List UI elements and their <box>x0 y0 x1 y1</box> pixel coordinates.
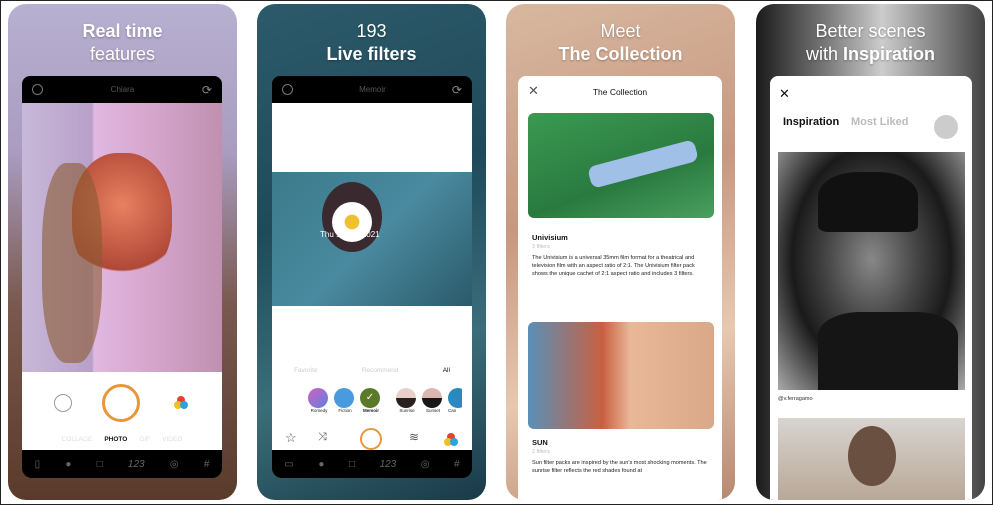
collection-item-sun[interactable]: SUN 2 filters Sun filter packs are inspi… <box>532 438 710 475</box>
inspiration-photo[interactable] <box>778 152 965 390</box>
frame-icon[interactable]: □ <box>349 459 355 470</box>
second-photo[interactable] <box>778 418 965 500</box>
heading-bold: Real time <box>82 21 163 41</box>
camera-preview <box>22 103 222 372</box>
avatar[interactable] <box>934 115 958 139</box>
panel-heading: Real time features <box>8 20 237 66</box>
screen-title: Chiara <box>110 85 135 94</box>
flip-camera-icon[interactable]: ⟳ <box>452 83 462 97</box>
item-name: Univisium <box>532 233 568 242</box>
tab-inspiration[interactable]: Inspiration <box>783 116 839 128</box>
dial-icon[interactable]: ◎ <box>421 459 430 470</box>
flip-camera-icon[interactable]: ⟳ <box>202 83 212 97</box>
heading-sub: Meet <box>600 21 641 41</box>
filter-list: Romedy Fiction ✓ Memoir Sunrise Sunset Ca… <box>308 388 462 413</box>
mode-gif[interactable]: GIF <box>139 436 150 443</box>
shutter-button[interactable] <box>102 384 140 422</box>
mode-collage[interactable]: COLLAGE <box>62 436 93 443</box>
bottom-toolbar: ▭ ● □ 123 ◎ # <box>272 450 472 478</box>
circle-icon[interactable] <box>32 84 43 95</box>
tab-most-liked[interactable]: Most Liked <box>851 116 908 128</box>
leather-jacket <box>818 312 958 390</box>
aspect-icon[interactable]: ▯ <box>35 459 41 470</box>
hair-bun <box>848 426 896 486</box>
shutter-button[interactable] <box>360 428 382 450</box>
sheet-title: The Collection <box>592 87 648 97</box>
panel-heading: Meet The Collection <box>506 20 735 66</box>
item-description: Sun filter packs are inspired by the sun… <box>532 460 707 474</box>
heading-bold: The Collection <box>558 44 683 64</box>
item-count: 2 filters <box>532 449 550 455</box>
editor: Thu 14 Oct 2021 Favorite Recommend All R… <box>272 103 472 450</box>
gallery-icon[interactable] <box>54 394 72 412</box>
circle-icon[interactable] <box>282 84 293 95</box>
heading-sub: Better scenes <box>815 21 926 41</box>
heading-bold: Live filters <box>326 44 417 64</box>
univisium-photo[interactable] <box>528 113 714 218</box>
filter-sunrise[interactable]: Sunrise <box>396 388 418 413</box>
mode-video[interactable]: VIDEO <box>162 436 182 443</box>
heading-sub: features <box>89 44 156 64</box>
collection-item-univisium[interactable]: Univisium 3 filters The Univisium is a u… <box>532 233 710 278</box>
panel-inspiration: Better scenes with Inspiration ✕ Inspirat… <box>756 4 985 500</box>
item-description: The Univisium is a universal 35mm film f… <box>532 255 695 277</box>
heading-bold: Inspiration <box>843 44 936 64</box>
heading-prefix: with <box>805 44 843 64</box>
camera-topbar: Memoir ⟳ <box>272 76 472 103</box>
grid-icon[interactable]: # <box>454 459 460 470</box>
date-stamp: Thu 14 Oct 2021 <box>320 230 380 239</box>
bucket-hat <box>818 172 918 232</box>
filter-tabs: Favorite Recommend All <box>272 367 472 374</box>
shuffle-icon[interactable]: ⤨ <box>318 431 327 444</box>
item-count: 3 filters <box>532 244 550 250</box>
counter[interactable]: 123 <box>128 459 145 470</box>
tab-favorite[interactable]: Favorite <box>294 367 317 374</box>
inspiration-sheet: ✕ Inspiration Most Liked @v.ferragamo <box>770 76 972 500</box>
camera-topbar: Chiara ⟳ <box>22 76 222 103</box>
hair <box>42 163 102 363</box>
panel-heading: Better scenes with Inspiration <box>756 20 985 66</box>
panel-live-filters: 193 Live filters Memoir ⟳ Thu 14 Oct 2021… <box>257 4 486 500</box>
filter-can[interactable]: Can <box>448 388 462 413</box>
panel-collection: Meet The Collection ✕ The Collection Univ… <box>506 4 735 500</box>
tab-recommend[interactable]: Recommend <box>362 367 399 374</box>
check-icon: ✓ <box>360 388 380 408</box>
filtered-photo: Thu 14 Oct 2021 <box>272 172 472 306</box>
bottom-toolbar: ▯ ● □ 123 ◎ # <box>22 450 222 478</box>
counter[interactable]: 123 <box>380 459 397 470</box>
panel-real-time: Real time features Chiara ⟳ COLLAGE PHOTO… <box>8 4 237 500</box>
camera-controls: COLLAGE PHOTO GIF VIDEO <box>22 372 222 450</box>
sun-photo[interactable] <box>528 322 714 429</box>
grid-icon[interactable]: # <box>204 459 210 470</box>
drop-icon[interactable]: ● <box>65 459 71 470</box>
mode-photo[interactable]: PHOTO <box>104 436 127 443</box>
frame-icon[interactable]: □ <box>97 459 103 470</box>
panel-heading: 193 Live filters <box>257 20 486 66</box>
mode-selector: COLLAGE PHOTO GIF VIDEO <box>22 436 222 443</box>
filter-fiction[interactable]: Fiction <box>334 388 356 413</box>
item-name: SUN <box>532 438 548 447</box>
dial-icon[interactable]: ◎ <box>170 459 179 470</box>
collection-sheet: ✕ The Collection Univisium 3 filters The… <box>518 76 722 500</box>
filter-memoir[interactable]: ✓ Memoir <box>360 388 382 413</box>
filter-sunset[interactable]: Sunset <box>422 388 444 413</box>
layers-icon[interactable]: ≋ <box>409 430 419 444</box>
screen-title: Memoir <box>359 85 386 94</box>
photo-credit[interactable]: @v.ferragamo <box>778 396 813 402</box>
legs <box>587 139 699 189</box>
close-icon[interactable]: ✕ <box>779 86 790 102</box>
heading-number: 193 <box>356 21 387 41</box>
tab-all[interactable]: All <box>443 367 450 374</box>
filter-romedy[interactable]: Romedy <box>308 388 330 413</box>
aspect-icon[interactable]: ▭ <box>284 459 293 470</box>
drop-icon[interactable]: ● <box>318 459 324 470</box>
star-icon[interactable]: ☆ <box>285 430 297 446</box>
